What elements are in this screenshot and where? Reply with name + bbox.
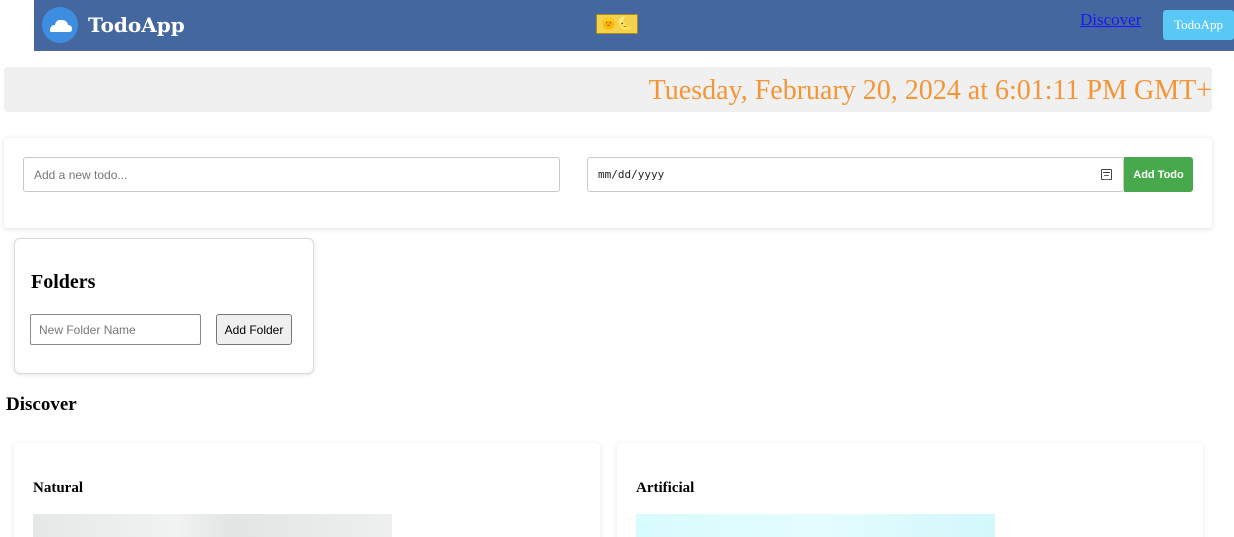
folders-title: Folders — [31, 271, 96, 293]
add-todo-button[interactable]: Add Todo — [1124, 157, 1193, 192]
calendar-icon[interactable] — [1101, 169, 1112, 180]
card-image[interactable] — [33, 514, 392, 537]
new-folder-input[interactable] — [30, 314, 201, 345]
brand-name: TodoApp — [88, 13, 185, 37]
discover-heading: Discover — [6, 394, 77, 415]
due-date-field[interactable]: mm/dd/yyyy — [587, 157, 1124, 192]
brand-logo[interactable]: TodoApp — [42, 7, 185, 43]
todo-input[interactable] — [23, 157, 560, 192]
date-placeholder: mm/dd/yyyy — [598, 168, 665, 181]
discover-card-natural[interactable]: Natural — [14, 443, 600, 537]
top-navbar: TodoApp 🌞🌜 Discover TodoApp — [34, 0, 1234, 51]
card-title: Artificial — [636, 480, 695, 496]
nav-link-discover[interactable]: Discover — [1080, 10, 1141, 30]
card-title: Natural — [33, 480, 83, 496]
theme-toggle[interactable]: 🌞🌜 — [596, 14, 638, 34]
discover-card-artificial[interactable]: Artificial — [617, 443, 1203, 537]
date-banner: Tuesday, February 20, 2024 at 6:01:11 PM… — [4, 67, 1212, 112]
add-folder-button[interactable]: Add Folder — [216, 314, 292, 345]
sun-moon-icon: 🌞🌜 — [600, 16, 634, 32]
todo-form: mm/dd/yyyy Add Todo — [4, 138, 1212, 228]
folders-panel: Folders Add Folder — [14, 238, 314, 374]
nav-button-todoapp[interactable]: TodoApp — [1163, 10, 1234, 40]
current-datetime: Tuesday, February 20, 2024 at 6:01:11 PM… — [648, 75, 1212, 106]
cloud-icon — [42, 7, 78, 43]
card-image[interactable] — [636, 514, 995, 537]
